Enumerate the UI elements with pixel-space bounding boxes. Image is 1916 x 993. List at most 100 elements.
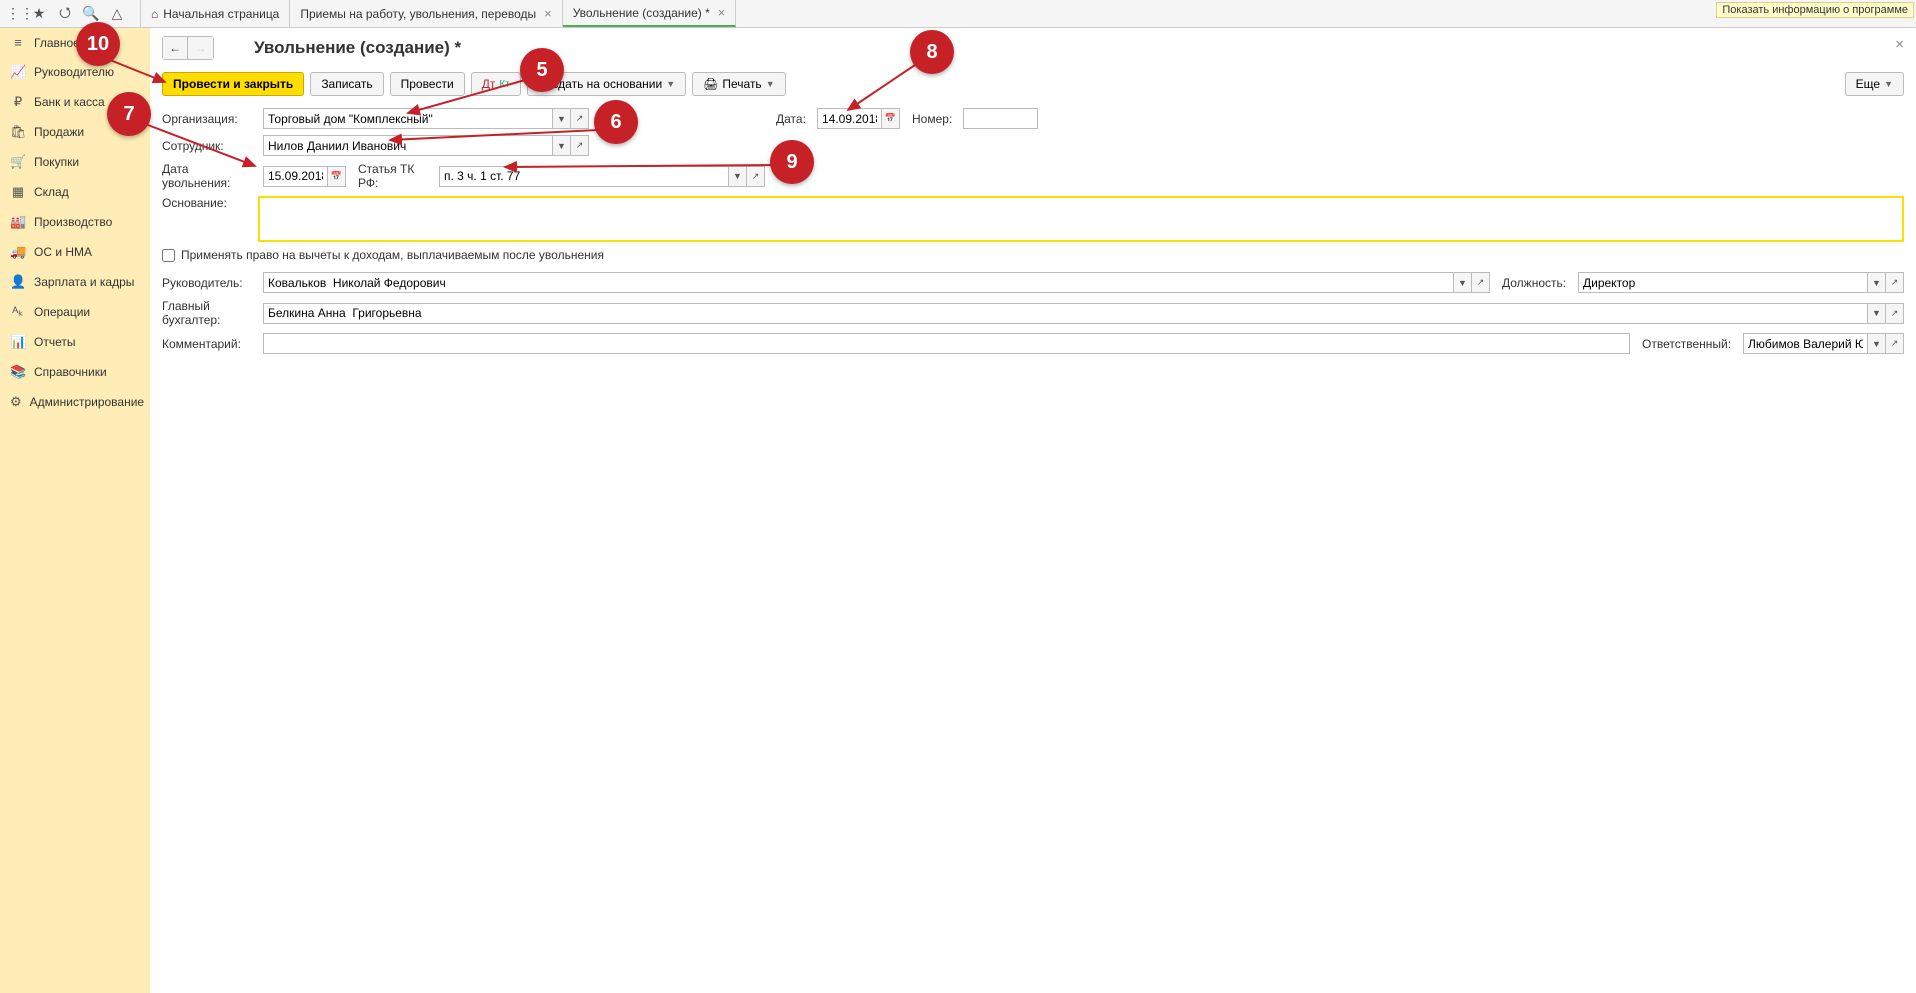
- sidebar-label: Покупки: [34, 155, 79, 169]
- bag-icon: 🛍: [10, 124, 26, 140]
- emp-input[interactable]: [263, 135, 553, 156]
- marker-8: 8: [910, 30, 954, 74]
- sidebar-item-warehouse[interactable]: ▦Склад: [0, 177, 150, 207]
- marker-9: 9: [770, 140, 814, 184]
- open-button[interactable]: ↗: [747, 166, 765, 187]
- star-icon[interactable]: ★: [31, 6, 47, 22]
- top-icons: ⋮⋮⋮ ★ ⭯ 🔍 △: [5, 6, 125, 22]
- post-close-button[interactable]: Провести и закрыть: [162, 72, 304, 96]
- close-button[interactable]: ×: [1895, 36, 1904, 53]
- tk-input[interactable]: [439, 166, 729, 187]
- bell-icon[interactable]: △: [109, 6, 125, 22]
- comment-input[interactable]: [263, 333, 1630, 354]
- org-label: Организация:: [162, 112, 257, 126]
- org-input[interactable]: [263, 108, 553, 129]
- dropdown-button[interactable]: ▼: [1868, 333, 1886, 354]
- sidebar-item-references[interactable]: 📚Справочники: [0, 357, 150, 387]
- sidebar-label: ОС и НМА: [34, 245, 92, 259]
- deduct-label: Применять право на вычеты к доходам, вып…: [181, 248, 604, 262]
- apps-icon[interactable]: ⋮⋮⋮: [5, 6, 21, 22]
- close-icon[interactable]: ×: [544, 6, 552, 21]
- date-input[interactable]: [817, 108, 882, 129]
- sidebar-item-admin[interactable]: ⚙Администрирование: [0, 387, 150, 417]
- tabs: ⌂ Начальная страница Приемы на работу, у…: [140, 0, 736, 27]
- home-icon: ⌂: [151, 7, 158, 21]
- dropdown-button[interactable]: ▼: [729, 166, 747, 187]
- about-button[interactable]: Показать информацию о программе: [1716, 2, 1914, 18]
- open-button[interactable]: ↗: [571, 108, 589, 129]
- sidebar-item-purchases[interactable]: 🛒Покупки: [0, 147, 150, 177]
- position-input[interactable]: [1578, 272, 1868, 293]
- print-icon: 🖨: [703, 77, 718, 91]
- manager-input[interactable]: [263, 272, 1454, 293]
- emp-label: Сотрудник:: [162, 139, 257, 153]
- books-icon: 📚: [10, 364, 26, 380]
- chart-icon: 📈: [10, 64, 26, 80]
- number-label: Номер:: [912, 112, 957, 126]
- open-button[interactable]: ↗: [1886, 333, 1904, 354]
- sidebar-item-operations[interactable]: ᴬₖОперации: [0, 297, 150, 327]
- ruble-icon: ₽: [10, 94, 26, 110]
- sidebar-label: Продажи: [34, 125, 84, 139]
- bars-icon: 📊: [10, 334, 26, 350]
- dt-kt-button[interactable]: ДтКт: [471, 72, 521, 96]
- sidebar-label: Зарплата и кадры: [34, 275, 134, 289]
- sidebar: ≡Главное 📈Руководителю ₽Банк и касса 🛍Пр…: [0, 28, 150, 993]
- calendar-button[interactable]: 📅: [328, 166, 346, 187]
- back-button[interactable]: ←: [163, 37, 188, 59]
- deduct-checkbox[interactable]: [162, 249, 175, 262]
- history-icon[interactable]: ⭯: [57, 6, 73, 22]
- dismiss-date-input[interactable]: [263, 166, 328, 187]
- more-button[interactable]: Еще ▼: [1845, 72, 1904, 96]
- marker-10: 10: [76, 22, 120, 66]
- dropdown-button[interactable]: ▼: [553, 135, 571, 156]
- sidebar-label: Отчеты: [34, 335, 75, 349]
- responsible-label: Ответственный:: [1642, 337, 1737, 351]
- position-label: Должность:: [1502, 276, 1572, 290]
- print-button[interactable]: 🖨 Печать ▼: [692, 72, 785, 96]
- tab-home[interactable]: ⌂ Начальная страница: [140, 0, 290, 27]
- open-button[interactable]: ↗: [1886, 272, 1904, 293]
- sidebar-item-salary[interactable]: 👤 Зарплата и кадры: [0, 267, 150, 297]
- tk-label: Статья ТК РФ:: [358, 162, 433, 190]
- accountant-label: Главный бухгалтер:: [162, 299, 257, 327]
- forward-button[interactable]: →: [188, 37, 213, 59]
- gear-icon: ⚙: [10, 394, 22, 410]
- sidebar-item-reports[interactable]: 📊 Отчеты: [0, 327, 150, 357]
- number-input[interactable]: [963, 108, 1038, 129]
- dropdown-button[interactable]: ▼: [1454, 272, 1472, 293]
- comment-label: Комментарий:: [162, 337, 257, 351]
- tab-dismissal[interactable]: Увольнение (создание) * ×: [563, 0, 737, 27]
- search-icon[interactable]: 🔍: [83, 6, 99, 22]
- truck-icon: 🚚: [10, 244, 26, 260]
- sidebar-item-manager[interactable]: 📈 Руководителю: [0, 57, 150, 87]
- responsible-input[interactable]: [1743, 333, 1868, 354]
- more-label: Еще: [1856, 77, 1880, 91]
- close-icon[interactable]: ×: [718, 5, 726, 20]
- toolbar: Провести и закрыть Записать Провести ДтК…: [162, 72, 1904, 96]
- dropdown-button[interactable]: ▼: [553, 108, 571, 129]
- marker-6: 6: [594, 100, 638, 144]
- sidebar-item-assets[interactable]: 🚚 ОС и НМА: [0, 237, 150, 267]
- chevron-down-icon: ▼: [766, 79, 775, 89]
- sidebar-label: Операции: [34, 305, 90, 319]
- dropdown-button[interactable]: ▼: [1868, 303, 1886, 324]
- accountant-input[interactable]: [263, 303, 1868, 324]
- page-title: Увольнение (создание) *: [254, 38, 461, 58]
- dropdown-button[interactable]: ▼: [1868, 272, 1886, 293]
- marker-5: 5: [520, 48, 564, 92]
- post-button[interactable]: Провести: [390, 72, 465, 96]
- sidebar-item-production[interactable]: 🏭Производство: [0, 207, 150, 237]
- open-button[interactable]: ↗: [1886, 303, 1904, 324]
- sidebar-label: Руководителю: [34, 65, 114, 79]
- sidebar-item-main[interactable]: ≡Главное: [0, 28, 150, 57]
- reason-textarea[interactable]: [258, 196, 1904, 242]
- chevron-down-icon: ▼: [1884, 79, 1893, 89]
- save-button[interactable]: Записать: [310, 72, 383, 96]
- person-icon: 👤: [10, 274, 26, 290]
- tab-hires[interactable]: Приемы на работу, увольнения, переводы ×: [290, 0, 562, 27]
- open-button[interactable]: ↗: [571, 135, 589, 156]
- grid-icon: ▦: [10, 184, 26, 200]
- open-button[interactable]: ↗: [1472, 272, 1490, 293]
- calendar-button[interactable]: 📅: [882, 108, 900, 129]
